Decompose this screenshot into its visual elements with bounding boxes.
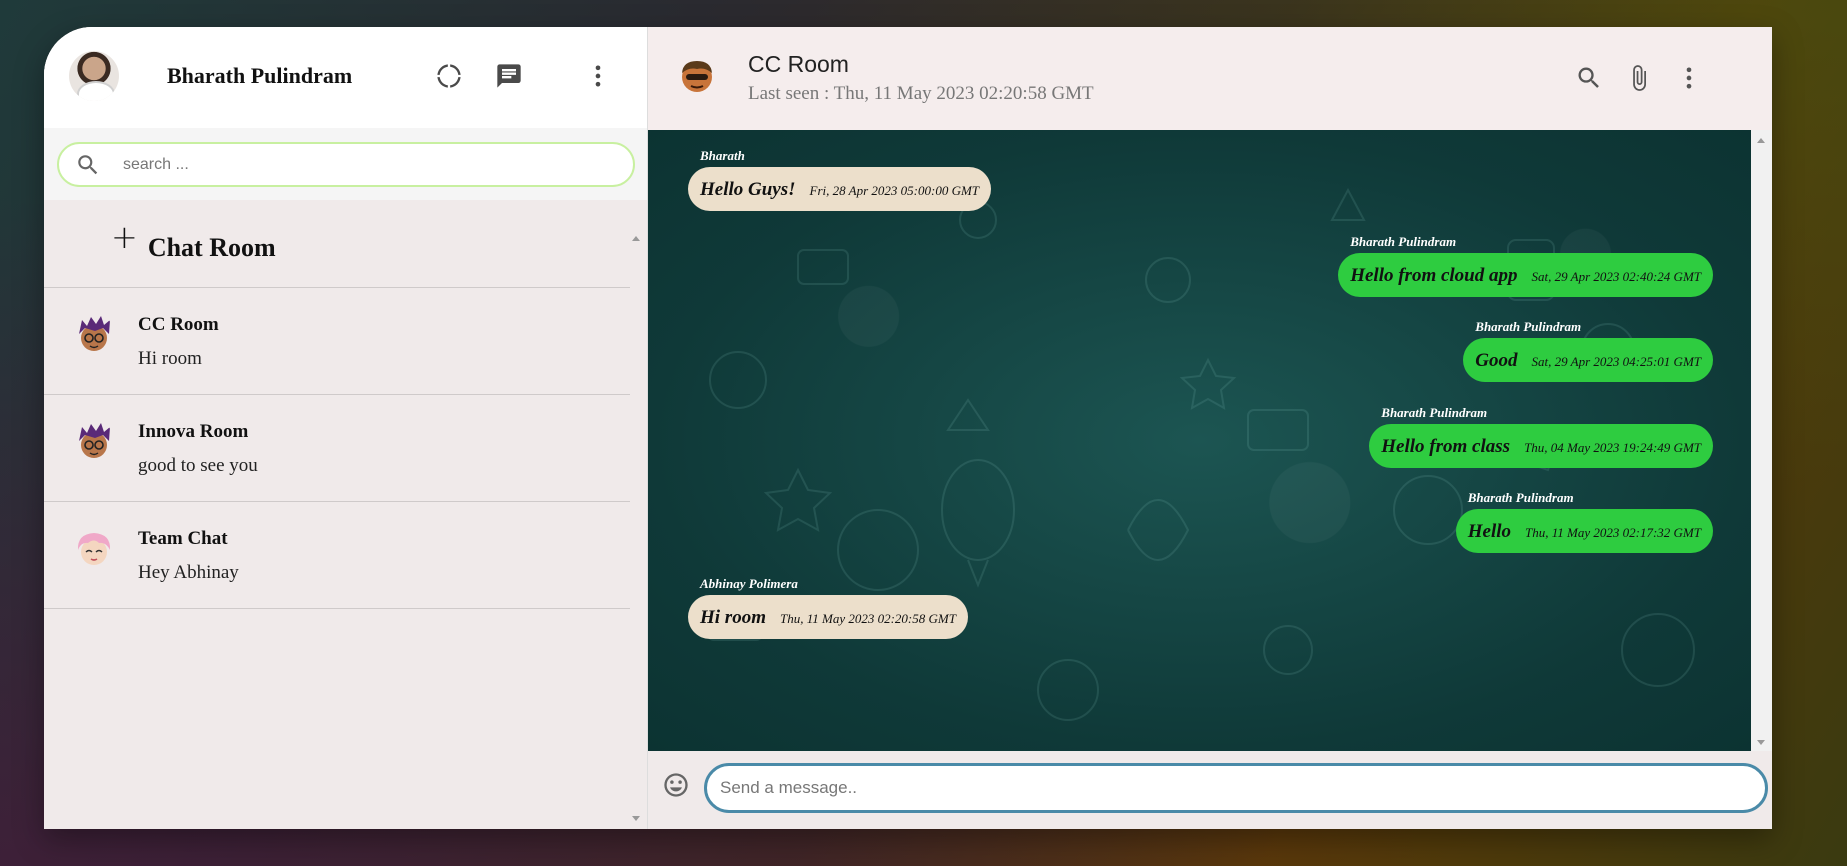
message-bubble[interactable]: Hello from cloud app Sat, 29 Apr 2023 02… (1338, 253, 1713, 297)
message-bubble[interactable]: Hello from class Thu, 04 May 2023 19:24:… (1369, 424, 1713, 468)
message-area: Bharath Hello Guys! Fri, 28 Apr 2023 05:… (648, 130, 1751, 751)
message-text: Hi room (700, 607, 766, 628)
message-input[interactable] (704, 763, 1768, 813)
list-item[interactable]: CC Room Hi room (44, 288, 630, 395)
message-sender: Bharath Pulindram (1381, 405, 1488, 420)
message-outgoing: Bharath Pulindram Hello from cloud app S… (1338, 234, 1713, 297)
new-room-label: Chat Room (147, 232, 276, 262)
scroll-up-icon[interactable] (632, 236, 640, 241)
message-sender: Bharath (700, 148, 745, 163)
user-name: Bharath Pulindram (167, 63, 353, 88)
chat-header: CC Room Last seen : Thu, 11 May 2023 02:… (648, 27, 1772, 130)
search-strip (44, 128, 647, 200)
list-item[interactable]: Team Chat Hey Abhinay (44, 502, 630, 609)
message-text: Hello from cloud app (1350, 265, 1518, 286)
message-sender: Bharath Pulindram (1475, 319, 1582, 334)
message-composer (648, 751, 1772, 829)
scroll-up-icon[interactable] (1757, 138, 1765, 143)
sidebar-header: Bharath Pulindram (44, 27, 647, 128)
message-text: Hello (1467, 521, 1512, 542)
message-bubble[interactable]: Hi room Thu, 11 May 2023 02:20:58 GMT (688, 595, 968, 639)
new-chat-room-button[interactable]: + Chat Room (44, 200, 630, 288)
purple-hair-avatar-icon (79, 316, 110, 351)
room-last-message: good to see you (138, 455, 258, 476)
message-sender: Bharath Pulindram (1467, 490, 1574, 505)
chat-app-window: Bharath Pulindram + Chat Room (44, 27, 1772, 829)
message-text: Good (1475, 350, 1518, 371)
message-text: Hello Guys! (700, 179, 796, 200)
sidebar: Bharath Pulindram + Chat Room (44, 27, 648, 829)
more-vert-icon[interactable] (581, 59, 615, 93)
room-last-message: Hi room (138, 348, 202, 369)
message-time: Thu, 04 May 2023 19:24:49 GMT (1524, 440, 1701, 455)
pink-hair-avatar-icon (77, 533, 111, 565)
chat-title: CC Room (748, 51, 849, 77)
list-item[interactable]: Innova Room good to see you (44, 395, 630, 502)
user-avatar[interactable] (69, 51, 119, 101)
emoji-icon[interactable] (662, 771, 690, 799)
scroll-down-icon[interactable] (1757, 740, 1765, 745)
message-outgoing: Bharath Pulindram Hello Thu, 11 May 2023… (1455, 490, 1713, 553)
room-name: CC Room (138, 314, 219, 335)
chat-scrollbar[interactable] (1751, 130, 1772, 751)
search-icon[interactable] (1572, 61, 1606, 95)
attach-icon[interactable] (1622, 61, 1656, 95)
message-incoming: Abhinay Polimera Hi room Thu, 11 May 202… (688, 576, 968, 639)
chat-icon[interactable] (492, 59, 526, 93)
message-incoming: Bharath Hello Guys! Fri, 28 Apr 2023 05:… (688, 148, 992, 211)
message-sender: Bharath Pulindram (1350, 234, 1457, 249)
message-time: Fri, 28 Apr 2023 05:00:00 GMT (809, 183, 980, 198)
message-sender: Abhinay Polimera (700, 576, 798, 591)
sidebar-scrollbar[interactable] (629, 200, 643, 829)
message-time: Sat, 29 Apr 2023 04:25:01 GMT (1531, 354, 1701, 369)
message-time: Thu, 11 May 2023 02:20:58 GMT (779, 611, 956, 626)
room-avatar[interactable] (679, 57, 715, 95)
last-seen-status: Last seen : Thu, 11 May 2023 02:20:58 GM… (748, 83, 1094, 104)
search-box (57, 142, 635, 187)
message-outgoing: Bharath Pulindram Hello from class Thu, … (1369, 405, 1713, 468)
search-icon (73, 150, 103, 180)
message-time: Thu, 11 May 2023 02:17:32 GMT (1525, 525, 1701, 540)
room-last-message: Hey Abhinay (138, 562, 239, 583)
status-icon[interactable] (432, 59, 466, 93)
room-list: + Chat Room CC Room Hi room Innova Room … (44, 200, 630, 829)
chat-panel: CC Room Last seen : Thu, 11 May 2023 02:… (648, 27, 1772, 829)
message-bubble[interactable]: Good Sat, 29 Apr 2023 04:25:01 GMT (1463, 338, 1713, 382)
message-time: Sat, 29 Apr 2023 02:40:24 GMT (1531, 269, 1701, 284)
plus-icon: + (111, 217, 138, 256)
search-input[interactable] (123, 155, 603, 174)
message-outgoing: Bharath Pulindram Good Sat, 29 Apr 2023 … (1463, 319, 1713, 382)
room-name: Innova Room (138, 421, 249, 442)
scroll-down-icon[interactable] (632, 816, 640, 821)
message-bubble[interactable]: Hello Guys! Fri, 28 Apr 2023 05:00:00 GM… (688, 167, 992, 211)
room-name: Team Chat (138, 528, 228, 549)
more-vert-icon[interactable] (1672, 61, 1706, 95)
message-bubble[interactable]: Hello Thu, 11 May 2023 02:17:32 GMT (1455, 509, 1713, 553)
message-text: Hello from class (1381, 436, 1511, 457)
purple-hair-avatar-icon (79, 423, 110, 458)
